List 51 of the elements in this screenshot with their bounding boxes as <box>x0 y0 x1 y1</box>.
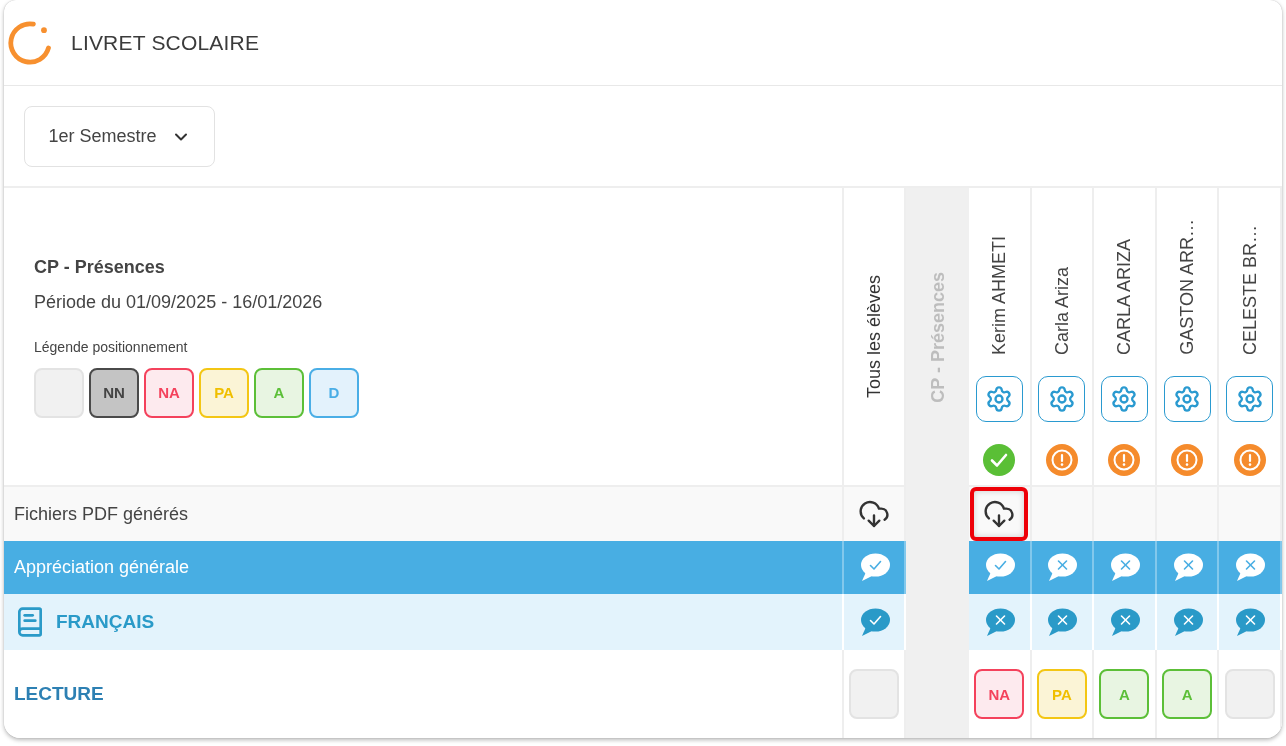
settings-button[interactable] <box>1101 376 1148 422</box>
logo-icon <box>7 19 53 66</box>
comment-cross-icon[interactable] <box>1171 553 1203 582</box>
legend-badge: D <box>309 367 359 418</box>
period-text: Période du 01/09/2025 - 16/01/2026 <box>34 290 323 313</box>
cloud-download-icon <box>983 498 1016 530</box>
cloud-download-icon <box>858 498 890 530</box>
settings-icon <box>1235 385 1264 413</box>
student-name: CELESTE BR… <box>1238 224 1261 355</box>
student-name: GASTON ARR… <box>1176 219 1199 355</box>
settings-icon <box>985 385 1014 413</box>
row-label: Appréciation générale <box>14 557 190 578</box>
settings-button[interactable] <box>1038 376 1086 422</box>
all-students-title: Tous les élèves <box>863 274 885 399</box>
comment-cross-icon[interactable] <box>1234 553 1266 582</box>
settings-icon <box>1110 385 1139 413</box>
student-name: CARLA ARIZA <box>1113 238 1136 355</box>
comment-cross-icon[interactable] <box>1046 553 1078 582</box>
settings-button[interactable] <box>1226 376 1274 422</box>
student-name: Kerim AHMETI <box>988 236 1011 355</box>
row-label: FRANÇAIS <box>56 611 155 633</box>
comment-cross-icon[interactable] <box>1109 553 1140 582</box>
settings-icon <box>1173 385 1202 413</box>
class-title: CP - Présences <box>34 255 165 278</box>
legend-badge: A <box>254 367 304 418</box>
settings-button[interactable] <box>975 376 1023 422</box>
comment-cross-icon[interactable] <box>1046 607 1078 637</box>
comment-cross-icon[interactable] <box>1171 607 1203 637</box>
student-name: Carla Ariza <box>1050 266 1073 355</box>
row-label: LECTURE <box>14 683 104 705</box>
settings-button[interactable] <box>1163 376 1211 422</box>
grade-button[interactable]: A <box>1162 669 1213 719</box>
legend-badge: PA <box>199 367 249 418</box>
legend-badge: NN <box>89 367 139 418</box>
comment-check-icon[interactable] <box>858 607 890 637</box>
grade-button[interactable]: NA <box>974 669 1025 719</box>
comment-cross-icon[interactable] <box>1234 607 1266 637</box>
legend-badge: NA <box>144 367 194 418</box>
legend-badge <box>34 367 84 418</box>
grade-button[interactable]: A <box>1099 669 1150 719</box>
row-label: Fichiers PDF générés <box>14 503 189 525</box>
comment-cross-icon[interactable] <box>983 607 1015 637</box>
comment-check-icon[interactable] <box>983 553 1015 582</box>
app-title: LIVRET SCOLAIRE <box>71 30 260 55</box>
comment-check-icon[interactable] <box>858 553 890 582</box>
settings-icon <box>1047 385 1076 413</box>
grade-button[interactable]: PA <box>1036 669 1087 719</box>
period-select[interactable]: 1er Semestre <box>24 106 215 167</box>
comment-cross-icon[interactable] <box>1109 607 1140 637</box>
download-button[interactable] <box>858 498 890 530</box>
legend-title: Légende positionnement <box>34 337 188 356</box>
